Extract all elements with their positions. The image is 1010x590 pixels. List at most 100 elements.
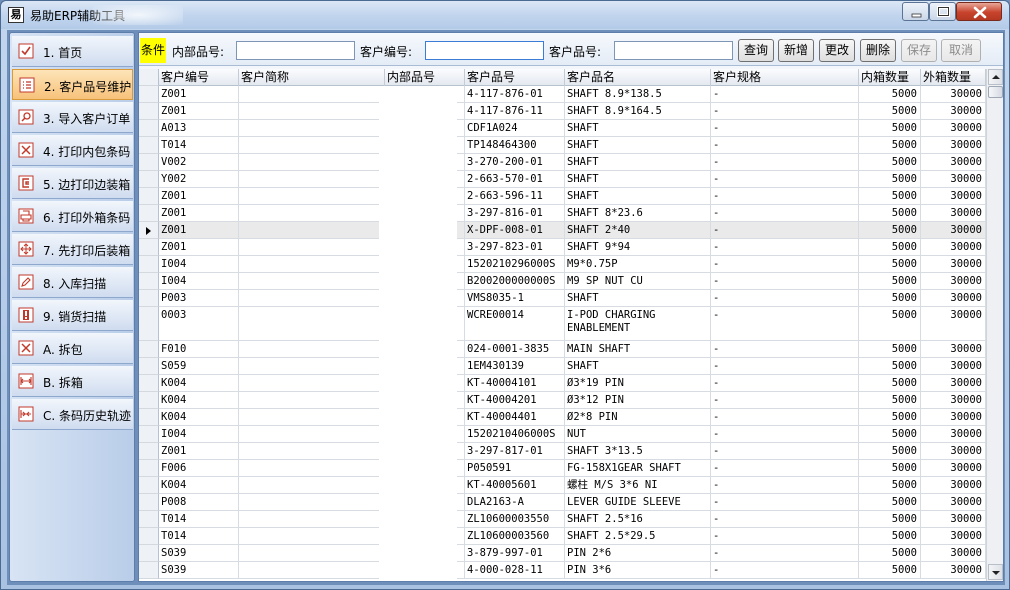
table-cell[interactable] (239, 171, 385, 187)
row-header[interactable] (139, 375, 159, 392)
table-cell[interactable] (239, 443, 385, 459)
table-cell[interactable]: - (711, 375, 859, 391)
table-cell[interactable]: 5000 (859, 103, 921, 119)
table-cell[interactable]: - (711, 460, 859, 476)
customer-code-input[interactable] (425, 41, 544, 60)
table-cell[interactable]: - (711, 341, 859, 357)
table-cell[interactable]: 30000 (921, 443, 986, 459)
row-header[interactable] (139, 409, 159, 426)
table-cell[interactable]: - (711, 426, 859, 442)
table-cell[interactable]: 30000 (921, 307, 986, 340)
save-button[interactable]: 保存 (901, 39, 937, 62)
table-cell[interactable]: 4-117-876-01 (465, 86, 565, 102)
table-cell[interactable]: 30000 (921, 341, 986, 357)
add-button[interactable]: 新增 (778, 39, 814, 62)
table-cell[interactable]: P003 (159, 290, 239, 306)
table-cell[interactable]: SHAFT 8.9*164.5 (565, 103, 711, 119)
table-cell[interactable]: SHAFT 3*13.5 (565, 443, 711, 459)
table-cell[interactable]: 30000 (921, 222, 986, 238)
table-cell[interactable]: - (711, 222, 859, 238)
table-cell[interactable]: - (711, 545, 859, 561)
table-cell[interactable]: - (711, 273, 859, 289)
column-header[interactable]: 客户编号 (159, 69, 239, 86)
table-cell[interactable]: - (711, 511, 859, 527)
delete-button[interactable]: 删除 (860, 39, 896, 62)
table-cell[interactable] (239, 188, 385, 204)
table-cell[interactable]: PIN 3*6 (565, 562, 711, 578)
table-cell[interactable]: 30000 (921, 171, 986, 187)
table-cell[interactable] (239, 545, 385, 561)
table-cell[interactable]: 30000 (921, 273, 986, 289)
table-cell[interactable]: F006 (159, 460, 239, 476)
table-cell[interactable]: Z001 (159, 188, 239, 204)
row-header[interactable] (139, 562, 159, 579)
table-cell[interactable]: Z001 (159, 239, 239, 255)
table-cell[interactable]: - (711, 494, 859, 510)
table-row[interactable]: T014CNW113ZL10600003550SHAFT 2.5*16-5000… (139, 511, 986, 528)
row-header[interactable] (139, 307, 159, 341)
table-cell[interactable]: F010 (159, 341, 239, 357)
table-cell[interactable]: Ø2*8 PIN (565, 409, 711, 425)
table-cell[interactable]: - (711, 205, 859, 221)
sidebar-item-12[interactable]: C. 条码历史轨迹 (12, 399, 133, 430)
row-header[interactable] (139, 460, 159, 477)
table-row[interactable]: Z001CNW072-663-596-11SHAFT-500030000 (139, 188, 986, 205)
table-cell[interactable]: P008 (159, 494, 239, 510)
table-cell[interactable]: - (711, 120, 859, 136)
row-header[interactable] (139, 426, 159, 443)
row-header[interactable] (139, 256, 159, 273)
table-row[interactable]: A013CNW03CDF1A024SHAFT-500030000 (139, 120, 986, 137)
table-cell[interactable]: 3-297-816-01 (465, 205, 565, 221)
edit-button[interactable]: 更改 (819, 39, 855, 62)
table-cell[interactable]: Z001 (159, 86, 239, 102)
table-row[interactable]: I004CNW101B200200000000SM9 SP NUT CU-500… (139, 273, 986, 290)
table-cell[interactable]: - (711, 171, 859, 187)
table-cell[interactable]: I004 (159, 273, 239, 289)
table-cell[interactable]: KT-40004401 (465, 409, 565, 425)
table-cell[interactable]: VMS8035-1 (465, 290, 565, 306)
sidebar-item-5[interactable]: 5. 边打印边装箱 (12, 168, 133, 199)
customer-part-input[interactable] (614, 41, 733, 60)
table-cell[interactable]: - (711, 256, 859, 272)
row-header[interactable] (139, 358, 159, 375)
table-cell[interactable]: - (711, 290, 859, 306)
table-cell[interactable]: 30000 (921, 137, 986, 153)
column-header[interactable]: 外箱数量 (921, 69, 986, 86)
table-cell[interactable]: 30000 (921, 409, 986, 425)
row-header[interactable] (139, 222, 159, 239)
table-row[interactable]: S039CNW1164-000-028-11PIN 3*6-500030000 (139, 562, 986, 579)
table-cell[interactable]: 5000 (859, 545, 921, 561)
table-cell[interactable]: 30000 (921, 562, 986, 578)
table-cell[interactable]: SHAFT (565, 154, 711, 170)
table-cell[interactable]: - (711, 443, 859, 459)
table-cell[interactable]: KT-40004201 (465, 392, 565, 408)
table-row[interactable]: S039CNW1153-879-997-01PIN 2*6-500030000 (139, 545, 986, 562)
table-cell[interactable]: 30000 (921, 375, 986, 391)
table-cell[interactable]: SHAFT 2*40 (565, 222, 711, 238)
table-cell[interactable] (239, 341, 385, 357)
table-cell[interactable]: T014 (159, 511, 239, 527)
table-cell[interactable]: Z001 (159, 443, 239, 459)
table-row[interactable]: P003CNW102VMS8035-1SHAFT-500030000 (139, 290, 986, 307)
table-cell[interactable]: 30000 (921, 392, 986, 408)
table-cell[interactable]: SHAFT 8.9*138.5 (565, 86, 711, 102)
table-cell[interactable]: 30000 (921, 528, 986, 544)
sidebar-item-7[interactable]: 7. 先打印后装箱 (12, 234, 133, 265)
table-cell[interactable]: 5000 (859, 222, 921, 238)
table-cell[interactable]: 5000 (859, 375, 921, 391)
scroll-thumb[interactable] (988, 86, 1003, 98)
table-cell[interactable]: M9*0.75P (565, 256, 711, 272)
close-button[interactable] (956, 2, 1002, 21)
table-cell[interactable]: S059 (159, 358, 239, 374)
table-row[interactable]: Y002CNW062-663-570-01SHAFT-500030000 (139, 171, 986, 188)
table-cell[interactable]: 5000 (859, 188, 921, 204)
table-cell[interactable]: 5000 (859, 426, 921, 442)
table-row[interactable]: 0003CNW103WCRE00014I-POD CHARGING ENABLE… (139, 307, 986, 341)
table-cell[interactable]: B200200000000S (465, 273, 565, 289)
sidebar-item-1[interactable]: 1. 首页 (12, 36, 133, 67)
table-cell[interactable]: Y002 (159, 171, 239, 187)
table-cell[interactable]: I004 (159, 256, 239, 272)
table-row[interactable]: T014CNW114ZL10600003560SHAFT 2.5*29.5-50… (139, 528, 986, 545)
table-row[interactable]: Z001CNW014-117-876-01SHAFT 8.9*138.5-500… (139, 86, 986, 103)
column-header[interactable]: 内箱数量 (859, 69, 921, 86)
